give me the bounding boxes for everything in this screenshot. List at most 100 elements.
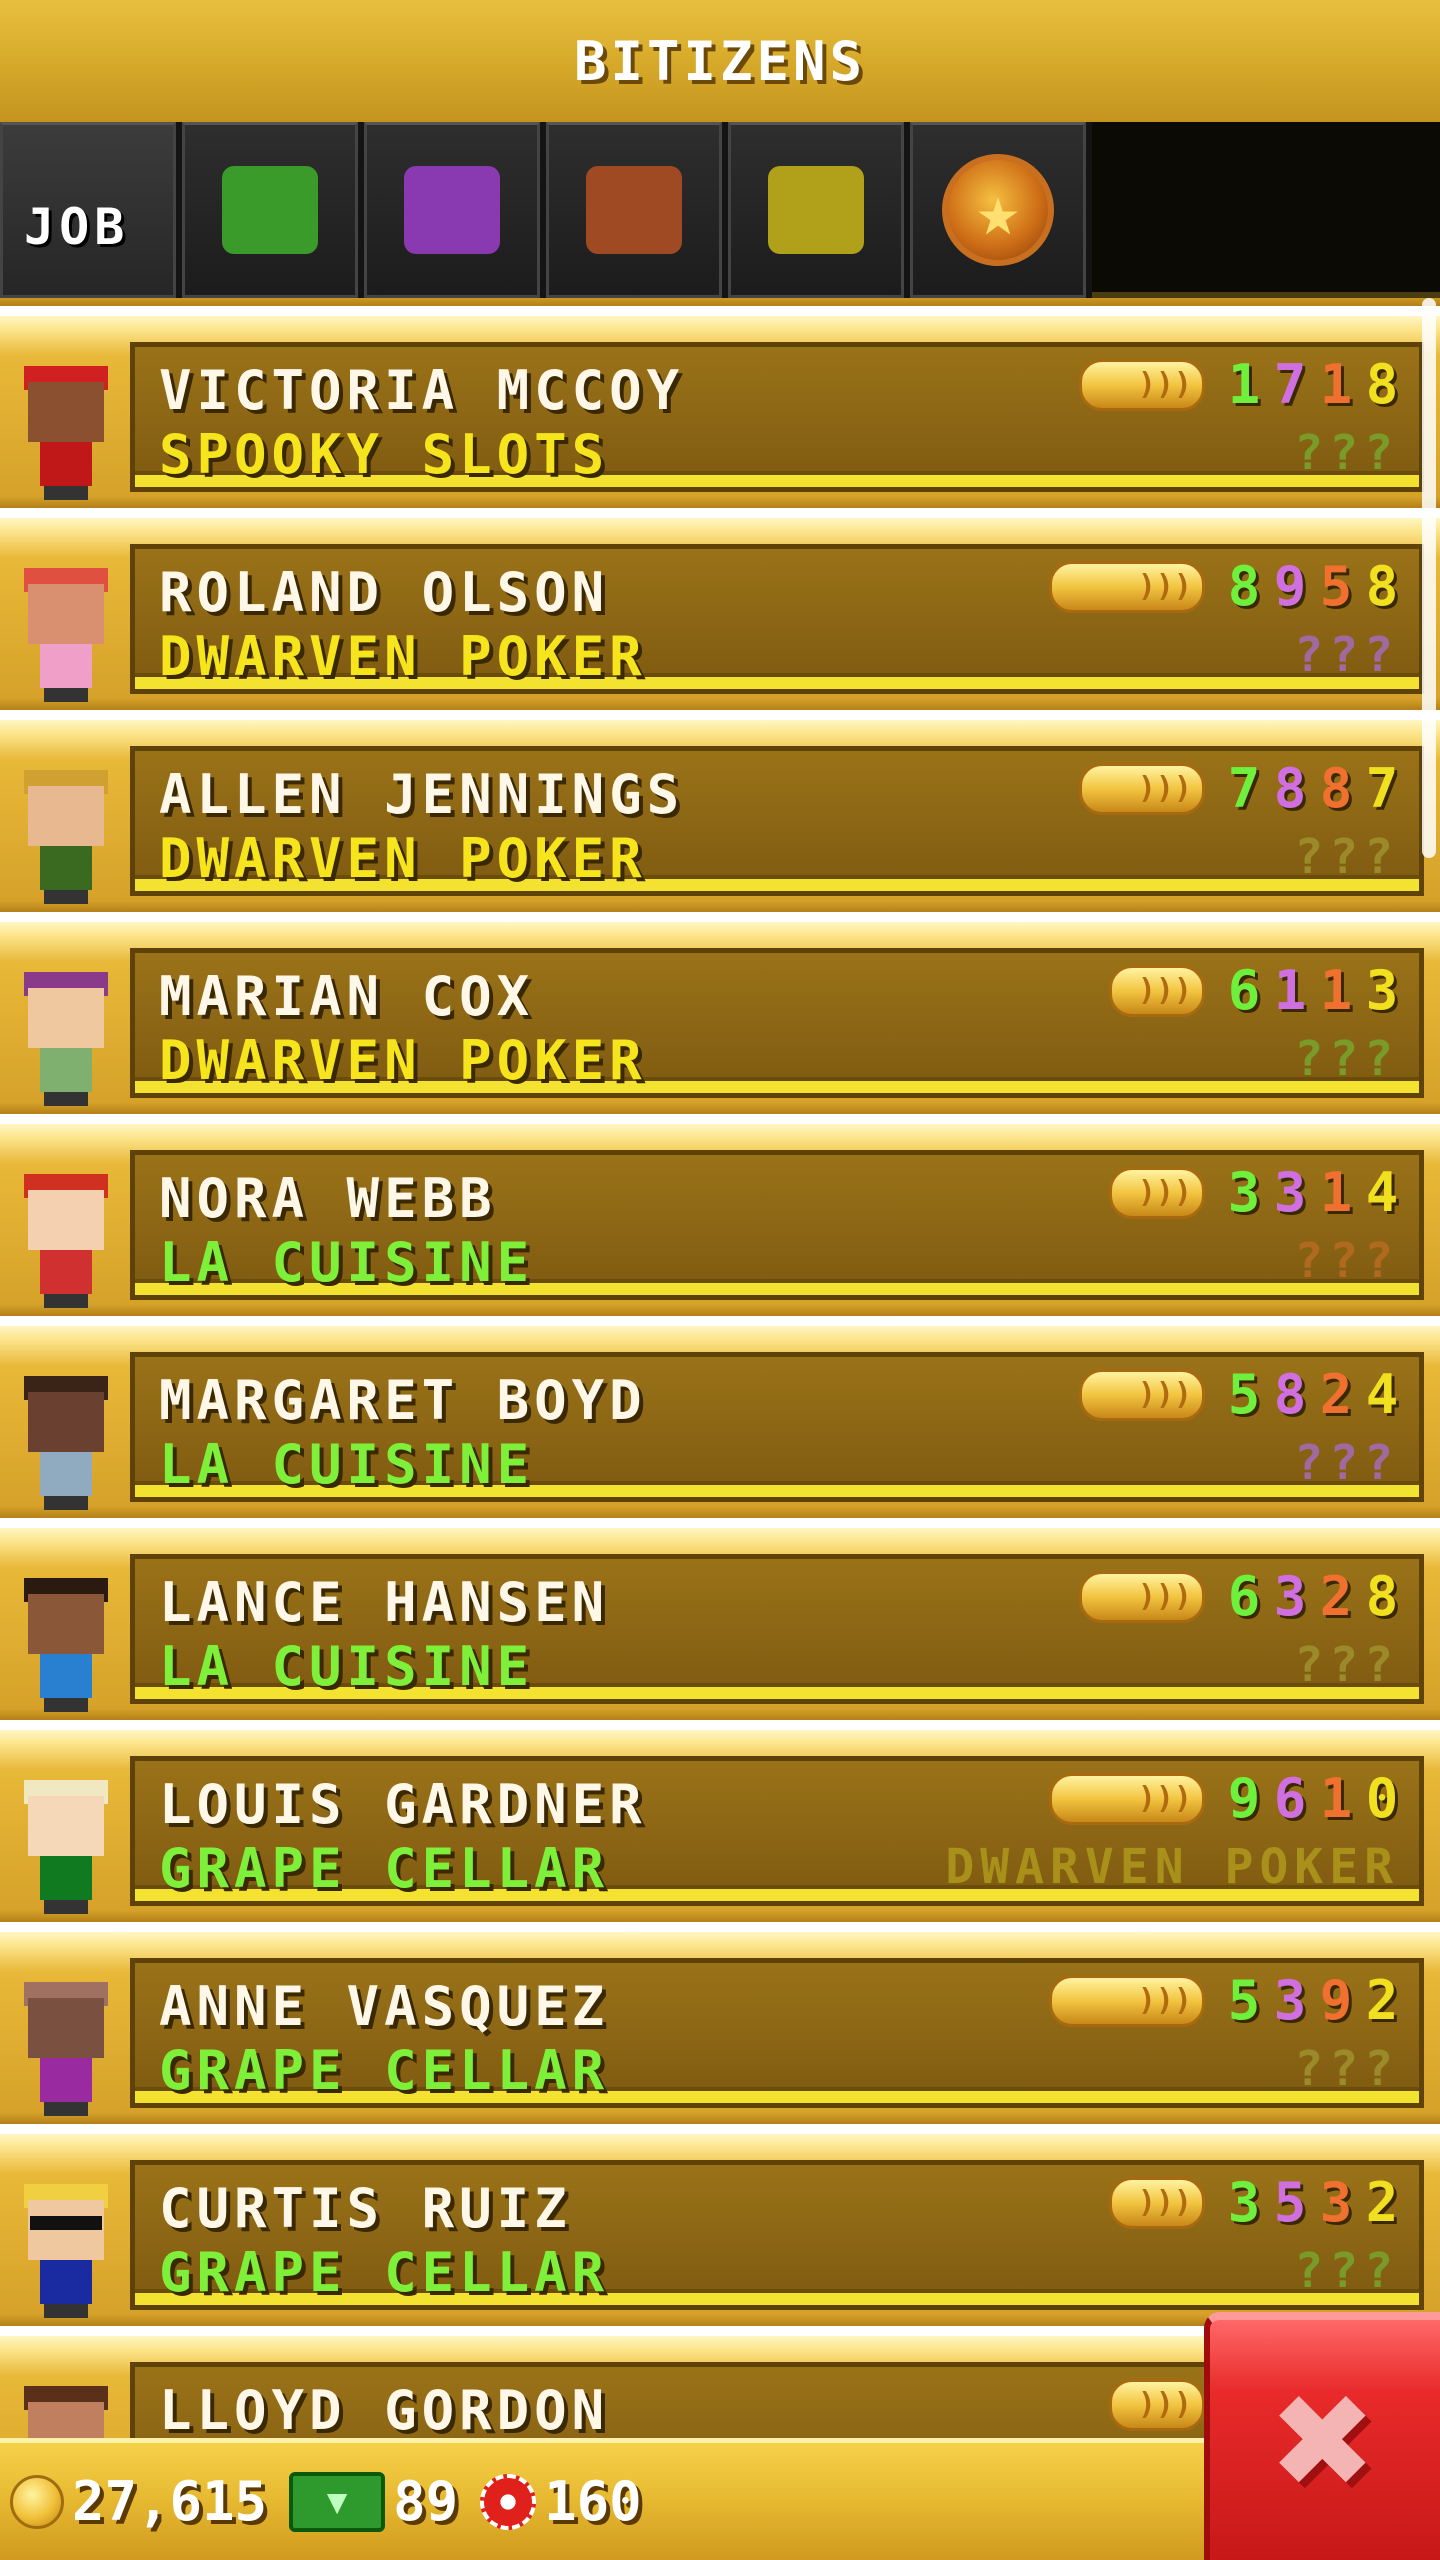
close-button[interactable]: ✖ xyxy=(1204,2312,1440,2560)
bitizen-row[interactable]: MARGARET BOYD LA CUISINE))) 5 8 2 4??? xyxy=(0,1326,1440,1518)
skill-digit: 1 xyxy=(1273,959,1307,1022)
bitizen-name: MARIAN COX xyxy=(159,965,535,1028)
skill-digit: 1 xyxy=(1227,353,1261,416)
bitizen-job: GRAPE CELLAR xyxy=(159,2039,610,2102)
tab-dream-job[interactable]: ★ xyxy=(910,122,1086,298)
bitizen-row[interactable]: VICTORIA MCCOY SPOOKY SLOTS))) 1 7 1 8??? xyxy=(0,316,1440,508)
skill-digit: 3 xyxy=(1273,1161,1307,1224)
bitizen-row[interactable]: NORA WEBB LA CUISINE))) 3 3 1 4??? xyxy=(0,1124,1440,1316)
bitizen-name: ALLEN JENNINGS xyxy=(159,763,685,826)
bitizen-name: NORA WEBB xyxy=(159,1167,497,1230)
scrollbar[interactable] xyxy=(1422,298,1436,858)
skill-stats: ))) 5 3 9 2 xyxy=(1049,1969,1405,2032)
bux-icon: ▼ xyxy=(289,2471,386,2532)
skill-digit: 3 xyxy=(1365,959,1399,1022)
skill-digit: 8 xyxy=(1319,757,1353,820)
tab-bar-filler xyxy=(1092,122,1440,298)
row-divider xyxy=(0,1114,1440,1124)
tab-recreation[interactable] xyxy=(546,122,722,298)
bitizen-name: ANNE VASQUEZ xyxy=(159,1975,610,2038)
bitizen-name: VICTORIA MCCOY xyxy=(159,359,685,422)
bitizen-avatar xyxy=(18,1376,114,1512)
skill-digit: 9 xyxy=(1273,555,1307,618)
row-divider xyxy=(0,1518,1440,1528)
coin-stack-icon: ))) xyxy=(1109,1166,1205,1219)
skill-digit: 1 xyxy=(1319,959,1353,1022)
coin-stack-icon: ))) xyxy=(1079,1570,1205,1623)
dream-job: ??? xyxy=(1294,1031,1399,1087)
bitizen-avatar xyxy=(18,2184,114,2320)
tab-retail[interactable] xyxy=(728,122,904,298)
coin-stack-icon: ))) xyxy=(1049,560,1205,613)
tab-service[interactable] xyxy=(364,122,540,298)
bitizen-list-content: MABEL DIAZSPOOKY SLOTS)))9065??? VICTORIA… xyxy=(0,298,1440,2438)
bitizen-list[interactable]: MABEL DIAZSPOOKY SLOTS)))9065??? VICTORIA… xyxy=(0,298,1440,2438)
skill-digit: 2 xyxy=(1365,1969,1399,2032)
skill-stats: ))) 8 9 5 8 xyxy=(1049,555,1405,618)
skill-stats: ))) 1 7 1 8 xyxy=(1079,353,1405,416)
skill-digit: 8 xyxy=(1365,555,1399,618)
skill-digit: 2 xyxy=(1319,1363,1353,1426)
bitizen-row[interactable]: MARIAN COX DWARVEN POKER))) 6 1 1 3??? xyxy=(0,922,1440,1114)
bitizen-job: LA CUISINE xyxy=(159,1635,535,1698)
coin-stack-icon: ))) xyxy=(1049,1974,1205,2027)
bitizen-card: CURTIS RUIZ GRAPE CELLAR))) 3 5 3 2??? xyxy=(130,2160,1424,2310)
bitizen-card: LOUIS GARDNER GRAPE CELLAR))) 9 6 1 0 DWARVEN … xyxy=(130,1756,1424,1906)
dream-job: ??? xyxy=(1294,1435,1399,1491)
coin-stack-icon: ))) xyxy=(1109,2378,1205,2431)
bitizen-row[interactable]: CURTIS RUIZ GRAPE CELLAR))) 3 5 3 2??? xyxy=(0,2134,1440,2326)
skill-stats: ))) 6 3 2 8 xyxy=(1079,1565,1405,1628)
bitizen-card: MARIAN COX DWARVEN POKER))) 6 1 1 3??? xyxy=(130,948,1424,1098)
coin-stack-icon: ))) xyxy=(1079,358,1205,411)
bitizen-card: LANCE HANSEN LA CUISINE))) 6 3 2 8??? xyxy=(130,1554,1424,1704)
close-icon: ✖ xyxy=(1273,2341,1377,2539)
bitizen-row[interactable]: LOUIS GARDNER GRAPE CELLAR))) 9 6 1 0 DWARVEN … xyxy=(0,1730,1440,1922)
tab-job[interactable]: JOB xyxy=(0,122,176,298)
skill-digit: 8 xyxy=(1273,757,1307,820)
coin-stack-icon: ))) xyxy=(1079,1368,1205,1421)
skill-digit: 7 xyxy=(1365,757,1399,820)
skill-digit: 3 xyxy=(1273,1565,1307,1628)
skill-digit: 9 xyxy=(1227,1767,1261,1830)
bitizen-row[interactable]: ANNE VASQUEZ GRAPE CELLAR))) 5 3 9 2??? xyxy=(0,1932,1440,2124)
bitizen-card: ALLEN JENNINGS DWARVEN POKER))) 7 8 8 7??? xyxy=(130,746,1424,896)
page-title: BITIZENS xyxy=(573,29,867,93)
star-medal-icon: ★ xyxy=(942,154,1054,266)
bux-count: 89 xyxy=(393,2470,459,2533)
skill-digit: 3 xyxy=(1227,1161,1261,1224)
skill-digit: 5 xyxy=(1319,555,1353,618)
dream-job: ??? xyxy=(1294,2243,1399,2299)
bitizen-row[interactable]: LANCE HANSEN LA CUISINE))) 6 3 2 8??? xyxy=(0,1528,1440,1720)
skill-stats: ))) 3 3 1 4 xyxy=(1109,1161,1405,1224)
bitizen-name: ROLAND OLSON xyxy=(159,561,610,624)
coin-icon xyxy=(10,2474,64,2529)
purple-swatch-icon xyxy=(404,166,500,254)
coin-stack-icon: ))) xyxy=(1109,2176,1205,2229)
row-divider xyxy=(0,912,1440,922)
skill-digit: 2 xyxy=(1365,2171,1399,2234)
skill-digit: 8 xyxy=(1365,1565,1399,1628)
bitizen-avatar xyxy=(18,1578,114,1714)
dream-job: ??? xyxy=(1294,1233,1399,1289)
bitizen-row[interactable]: ROLAND OLSON DWARVEN POKER))) 8 9 5 8??? xyxy=(0,518,1440,710)
skill-digit: 5 xyxy=(1227,1969,1261,2032)
coin-stack-icon: ))) xyxy=(1109,964,1205,1017)
bitizen-avatar xyxy=(18,972,114,1108)
skill-digit: 5 xyxy=(1273,2171,1307,2234)
bitizen-avatar xyxy=(18,1780,114,1916)
skill-digit: 6 xyxy=(1227,959,1261,1022)
bitizen-avatar xyxy=(18,2386,114,2438)
skill-digit: 7 xyxy=(1227,757,1261,820)
row-divider xyxy=(0,710,1440,720)
bitizen-job: LA CUISINE xyxy=(159,1231,535,1294)
skill-stats: ))) 5 8 2 4 xyxy=(1079,1363,1405,1426)
yellow-swatch-icon xyxy=(768,166,864,254)
row-divider xyxy=(0,1316,1440,1326)
bitizen-row[interactable]: MABEL DIAZSPOOKY SLOTS)))9065??? xyxy=(0,298,1440,306)
bitizen-row[interactable]: ALLEN JENNINGS DWARVEN POKER))) 7 8 8 7??? xyxy=(0,720,1440,912)
skill-stats: ))) 9 6 1 0 xyxy=(1049,1767,1405,1830)
coin-stack-icon: ))) xyxy=(1049,1772,1205,1825)
skill-stats: ))) 7 8 8 7 xyxy=(1079,757,1405,820)
tab-food[interactable] xyxy=(182,122,358,298)
bitizen-avatar xyxy=(18,568,114,704)
